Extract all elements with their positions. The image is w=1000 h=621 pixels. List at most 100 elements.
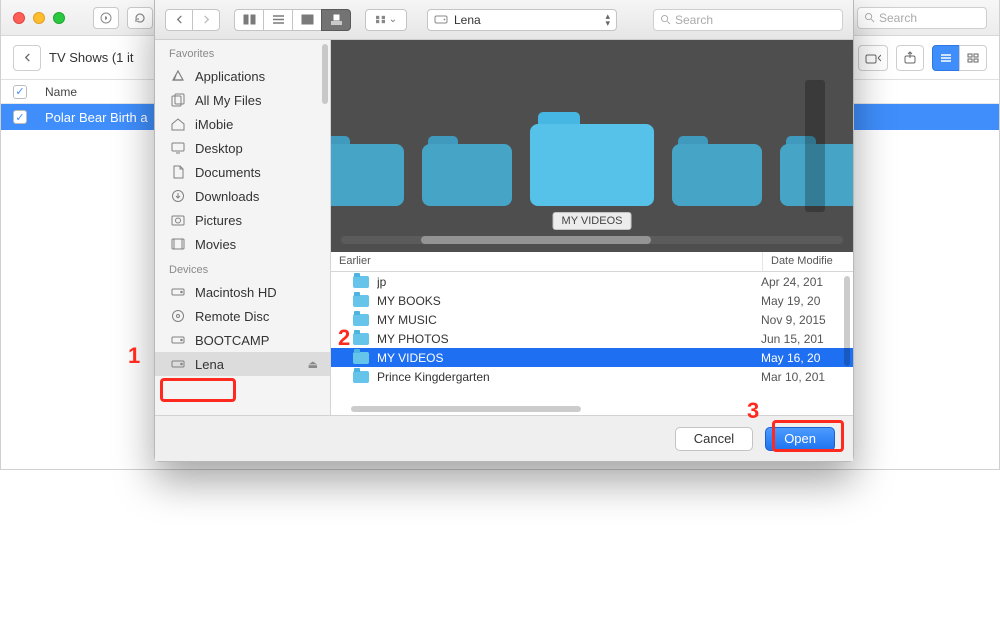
minimize-window-icon[interactable] bbox=[33, 12, 45, 24]
sidebar-item-remote-disc[interactable]: Remote Disc bbox=[155, 304, 330, 328]
coverflow-scroll-thumb[interactable] bbox=[421, 236, 651, 244]
location-label: Lena bbox=[454, 13, 481, 27]
drive-icon bbox=[169, 332, 187, 348]
icon-view-icon[interactable] bbox=[234, 9, 264, 31]
chevron-down-icon: ⌄ bbox=[389, 14, 397, 25]
eject-icon[interactable]: ⏏ bbox=[308, 358, 318, 371]
select-all-checkbox[interactable]: ✓ bbox=[13, 85, 27, 99]
sidebar-item-label: Documents bbox=[195, 165, 261, 180]
folder-icon bbox=[353, 314, 369, 326]
sidebar-item-all-my-files[interactable]: All My Files bbox=[155, 88, 330, 112]
coverflow-current-folder[interactable]: MY VIDEOS bbox=[530, 110, 654, 206]
list-col-date[interactable]: Date Modifie bbox=[763, 252, 853, 271]
drive-icon bbox=[169, 284, 187, 300]
list-column-headers: Earlier Date Modifie bbox=[331, 252, 853, 272]
dialog-toolbar: ⌄ Lena ▴▾ Search bbox=[155, 0, 853, 40]
folder-icon bbox=[353, 295, 369, 307]
close-window-icon[interactable] bbox=[13, 12, 25, 24]
sidebar-item-label: Desktop bbox=[195, 141, 243, 156]
coverflow-view-icon[interactable] bbox=[321, 9, 351, 31]
music-library-icon[interactable] bbox=[93, 7, 119, 29]
file-list: jpApr 24, 201 MY BOOKSMay 19, 20 MY MUSI… bbox=[331, 272, 853, 415]
sidebar-item-label: Movies bbox=[195, 237, 236, 252]
main-panel: MY VIDEOS Earlier Date Modifie jpApr 24,… bbox=[331, 40, 853, 415]
list-view-icon[interactable] bbox=[263, 9, 293, 31]
list-item[interactable]: MY MUSICNov 9, 2015 bbox=[331, 310, 853, 329]
nav-back-button[interactable] bbox=[13, 45, 41, 71]
bg-view-mode-segment bbox=[932, 45, 987, 71]
coverflow-edge bbox=[805, 80, 825, 212]
list-item[interactable]: MY BOOKSMay 19, 20 bbox=[331, 291, 853, 310]
grid-view-icon[interactable] bbox=[959, 45, 987, 71]
sidebar-item-downloads[interactable]: Downloads bbox=[155, 184, 330, 208]
list-item[interactable]: MY PHOTOSJun 15, 201 bbox=[331, 329, 853, 348]
downloads-icon bbox=[169, 188, 187, 204]
list-hscroll-thumb[interactable] bbox=[351, 406, 581, 412]
dialog-search-input[interactable]: Search bbox=[653, 9, 843, 31]
sidebar-item-label: Lena bbox=[195, 357, 224, 372]
sidebar-header-devices: Devices bbox=[155, 256, 330, 280]
folder-icon bbox=[353, 352, 369, 364]
arrange-menu[interactable]: ⌄ bbox=[365, 9, 407, 31]
documents-icon bbox=[169, 164, 187, 180]
sidebar-item-label: BOOTCAMP bbox=[195, 333, 269, 348]
row-checkbox[interactable]: ✓ bbox=[13, 110, 27, 124]
updown-icon: ▴▾ bbox=[605, 13, 610, 27]
desktop-icon bbox=[169, 140, 187, 156]
coverflow-prev-folder[interactable] bbox=[331, 134, 404, 206]
sidebar-item-desktop[interactable]: Desktop bbox=[155, 136, 330, 160]
coverflow-label: MY VIDEOS bbox=[553, 212, 632, 230]
sidebar-item-label: All My Files bbox=[195, 93, 261, 108]
location-popup[interactable]: Lena ▴▾ bbox=[427, 9, 617, 31]
nav-back-icon[interactable] bbox=[165, 9, 193, 31]
column-view-icon[interactable] bbox=[292, 9, 322, 31]
col-name: Name bbox=[45, 85, 77, 99]
window-controls bbox=[13, 12, 65, 24]
sidebar-item-macintosh-hd[interactable]: Macintosh HD bbox=[155, 280, 330, 304]
transfer-to-device-icon[interactable] bbox=[858, 45, 888, 71]
zoom-window-icon[interactable] bbox=[53, 12, 65, 24]
disc-icon bbox=[169, 308, 187, 324]
folder-icon bbox=[353, 276, 369, 288]
nav-segment bbox=[165, 9, 220, 31]
sidebar-item-label: Remote Disc bbox=[195, 309, 269, 324]
sidebar-item-bootcamp[interactable]: BOOTCAMP bbox=[155, 328, 330, 352]
open-button[interactable]: Open bbox=[765, 427, 835, 451]
view-mode-segment bbox=[234, 9, 351, 31]
list-view-icon[interactable] bbox=[932, 45, 960, 71]
breadcrumb: TV Shows (1 it bbox=[49, 50, 134, 65]
coverflow-next-folder[interactable] bbox=[672, 134, 762, 206]
nav-forward-icon[interactable] bbox=[192, 9, 220, 31]
pictures-icon bbox=[169, 212, 187, 228]
dialog-search-placeholder: Search bbox=[675, 13, 713, 27]
cancel-button[interactable]: Cancel bbox=[675, 427, 753, 451]
sidebar-item-applications[interactable]: Applications bbox=[155, 64, 330, 88]
sidebar: Favorites Applications All My Files iMob… bbox=[155, 40, 331, 415]
list-item-selected[interactable]: MY VIDEOSMay 16, 20 bbox=[331, 348, 853, 367]
sidebar-item-lena[interactable]: Lena ⏏ bbox=[155, 352, 330, 376]
sidebar-header-favorites: Favorites bbox=[155, 40, 330, 64]
list-col-earlier[interactable]: Earlier bbox=[331, 252, 763, 271]
dialog-footer: Cancel Open bbox=[155, 415, 853, 461]
applications-icon bbox=[169, 68, 187, 84]
list-vscroll-thumb[interactable] bbox=[844, 276, 850, 366]
row-title: Polar Bear Birth a bbox=[45, 110, 148, 125]
list-item[interactable]: Prince KingdergartenMar 10, 201 bbox=[331, 367, 853, 386]
sidebar-item-label: Downloads bbox=[195, 189, 259, 204]
refresh-icon[interactable] bbox=[127, 7, 153, 29]
list-item[interactable]: jpApr 24, 201 bbox=[331, 272, 853, 291]
folder-icon bbox=[353, 333, 369, 345]
sidebar-item-documents[interactable]: Documents bbox=[155, 160, 330, 184]
sidebar-item-pictures[interactable]: Pictures bbox=[155, 208, 330, 232]
bg-search-placeholder: Search bbox=[879, 11, 917, 25]
sidebar-item-movies[interactable]: Movies bbox=[155, 232, 330, 256]
coverflow-area[interactable]: MY VIDEOS bbox=[331, 40, 853, 252]
home-icon bbox=[169, 116, 187, 132]
bg-search-input[interactable]: Search bbox=[857, 7, 987, 29]
sidebar-item-label: Macintosh HD bbox=[195, 285, 277, 300]
coverflow-prev-folder[interactable] bbox=[422, 134, 512, 206]
sidebar-item-imobie[interactable]: iMobie bbox=[155, 112, 330, 136]
drive-icon bbox=[169, 356, 187, 372]
folder-icon bbox=[353, 371, 369, 383]
export-icon[interactable] bbox=[896, 45, 924, 71]
